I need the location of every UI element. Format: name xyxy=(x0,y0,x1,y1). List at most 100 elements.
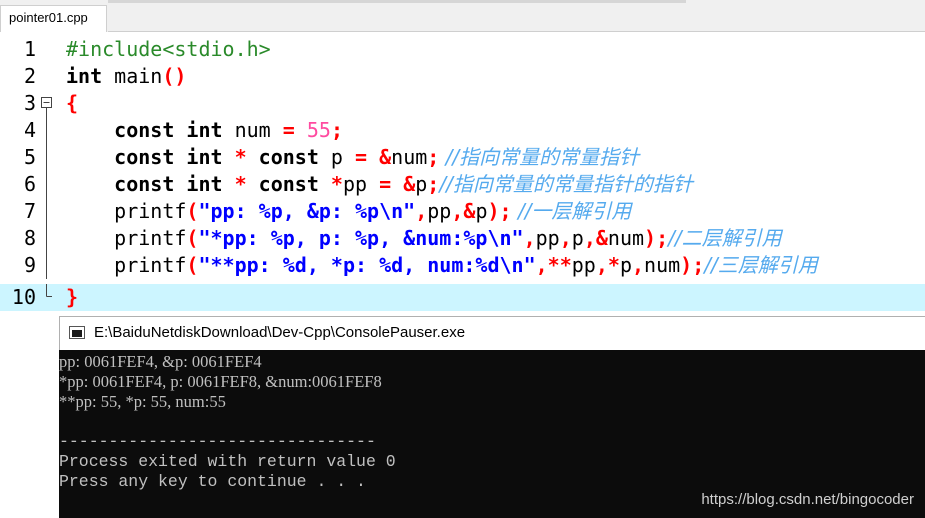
close-paren: ); xyxy=(644,226,669,250)
identifier: pp xyxy=(535,226,560,250)
tab-label: pointer01.cpp xyxy=(9,10,88,25)
identifier: pp xyxy=(342,172,380,196)
operator: * xyxy=(222,172,247,196)
semicolon: ; xyxy=(427,145,440,169)
code-text: const int num = 55; xyxy=(66,117,343,144)
console-title: E:\BaiduNetdiskDownload\Dev-Cpp\ConsoleP… xyxy=(94,324,466,341)
code-text: const int * const *pp = &p;//指向常量的常量指针的指… xyxy=(66,171,693,198)
semicolon: ; xyxy=(330,118,343,142)
parens: () xyxy=(162,64,187,88)
fold-guide xyxy=(46,198,47,225)
operator: = xyxy=(379,172,392,196)
code-text: printf("*pp: %p, p: %p, &num:%p\n",pp,p,… xyxy=(66,225,781,252)
line-number: 7 xyxy=(23,199,36,223)
line-number: 1 xyxy=(23,37,36,61)
identifier: num xyxy=(644,253,681,277)
fold-guide xyxy=(46,144,47,171)
line-number: 6 xyxy=(23,172,36,196)
console-window[interactable]: E:\BaiduNetdiskDownload\Dev-Cpp\ConsoleP… xyxy=(59,316,925,518)
paren: ( xyxy=(186,199,199,223)
code-editor[interactable]: 1 #include<stdio.h> 2 int main() 3 { 4 c… xyxy=(0,32,925,316)
paren: ( xyxy=(186,253,199,277)
comma: , xyxy=(523,226,536,250)
comma: , xyxy=(583,226,596,250)
preprocessor-directive: #include<stdio.h> xyxy=(66,37,271,61)
close-paren: ); xyxy=(680,253,705,277)
fold-collapse-icon[interactable] xyxy=(39,90,55,117)
operator: & xyxy=(463,199,476,223)
identifier: p xyxy=(619,253,632,277)
identifier: num xyxy=(607,226,645,250)
close-brace: } xyxy=(66,285,79,309)
console-output-line: *pp: 0061FEF4, p: 0061FEF8, &num:0061FEF… xyxy=(59,372,382,391)
line-number: 9 xyxy=(23,253,36,277)
operator: = xyxy=(282,118,295,142)
code-text: printf("**pp: %d, *p: %d, num:%d\n",**pp… xyxy=(66,252,818,279)
identifier: pp xyxy=(427,199,452,223)
code-line-3: 3 { xyxy=(0,90,925,117)
tab-bar-top-border xyxy=(108,0,686,3)
code-line-2: 2 int main() xyxy=(0,63,925,90)
comment: //三层解引用 xyxy=(704,253,818,277)
console-separator-line: -------------------------------- xyxy=(59,432,376,451)
operator: * xyxy=(607,253,620,277)
console-output: pp: 0061FEF4, &p: 0061FEF4 *pp: 0061FEF4… xyxy=(59,352,925,492)
identifier: main xyxy=(102,64,163,88)
code-text: #include<stdio.h> xyxy=(66,36,271,63)
code-line-5: 5 const int * const p = &num; //指向常量的常量指… xyxy=(0,144,925,171)
keyword: const xyxy=(246,172,319,196)
operator: * xyxy=(318,172,343,196)
function-name: printf xyxy=(114,226,187,250)
comment: //一层解引用 xyxy=(511,199,632,223)
keyword: const int xyxy=(114,172,223,196)
keyword: const int xyxy=(114,145,223,169)
console-output-line: Press any key to continue . . . xyxy=(59,472,366,491)
line-number: 8 xyxy=(23,226,36,250)
operator: = xyxy=(355,145,368,169)
line-number: 2 xyxy=(23,64,36,88)
line-number: 10 xyxy=(11,285,36,309)
code-text: printf("pp: %p, &p: %p\n",pp,&p); //一层解引… xyxy=(66,198,631,225)
watermark-text: https://blog.csdn.net/bingocoder xyxy=(701,491,914,508)
identifier: p xyxy=(415,172,428,196)
code-text: const int * const p = &num; //指向常量的常量指针 xyxy=(66,144,639,171)
code-text: } xyxy=(66,284,78,311)
semicolon: ; xyxy=(427,172,440,196)
fold-guide xyxy=(46,171,47,198)
function-name: printf xyxy=(114,253,187,277)
code-line-9: 9 printf("**pp: %d, *p: %d, num:%d\n",**… xyxy=(0,252,925,279)
code-line-1: 1 #include<stdio.h> xyxy=(0,36,925,63)
line-number: 5 xyxy=(23,145,36,169)
code-text: { xyxy=(66,90,78,117)
identifier: p xyxy=(318,145,356,169)
console-output-line: pp: 0061FEF4, &p: 0061FEF4 xyxy=(59,352,262,371)
comma: , xyxy=(415,199,428,223)
close-paren: ); xyxy=(487,199,512,223)
keyword: const xyxy=(246,145,319,169)
line-number: 4 xyxy=(23,118,36,142)
identifier: p xyxy=(571,226,584,250)
comma: , xyxy=(632,253,645,277)
editor-tab-bar: pointer01.cpp xyxy=(0,0,925,32)
comma: , xyxy=(559,226,572,250)
fold-guide xyxy=(46,225,47,252)
paren: ( xyxy=(186,226,199,250)
console-title-bar[interactable]: E:\BaiduNetdiskDownload\Dev-Cpp\ConsoleP… xyxy=(59,316,925,350)
operator: & xyxy=(391,172,416,196)
console-app-icon xyxy=(69,326,85,339)
tab-pointer01-cpp[interactable]: pointer01.cpp xyxy=(0,5,107,32)
string-literal: "pp: %p, &p: %p\n" xyxy=(198,199,416,223)
fold-end-icon xyxy=(46,284,52,297)
code-line-8: 8 printf("*pp: %p, p: %p, &num:%p\n",pp,… xyxy=(0,225,925,252)
keyword: const int xyxy=(114,118,223,142)
function-name: printf xyxy=(114,199,187,223)
fold-guide xyxy=(46,252,47,279)
operator: ** xyxy=(547,253,572,277)
code-line-7: 7 printf("pp: %p, &p: %p\n",pp,&p); //一层… xyxy=(0,198,925,225)
comma: , xyxy=(451,199,464,223)
